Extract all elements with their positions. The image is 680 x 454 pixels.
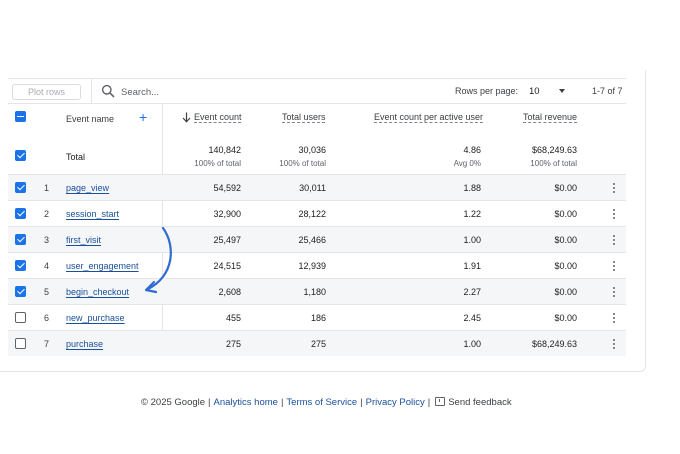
- per-user-cell: 1.91: [463, 261, 481, 271]
- event-count-cell: 32,900: [213, 209, 241, 219]
- column-header-event-count-per-user[interactable]: Event count per active user: [374, 112, 483, 122]
- total-per-user: 4.86 Avg 0%: [453, 145, 481, 168]
- row-checkbox[interactable]: [15, 338, 26, 349]
- totals-checkbox[interactable]: [15, 150, 26, 161]
- row-checkbox[interactable]: [15, 234, 26, 245]
- row-checkbox[interactable]: [15, 208, 26, 219]
- per-user-cell: 1.88: [463, 183, 481, 193]
- per-user-cell: 1.22: [463, 209, 481, 219]
- more-options-icon[interactable]: [613, 235, 616, 245]
- per-user-cell: 1.00: [463, 235, 481, 245]
- total-revenue-cell: $68,249.63: [531, 339, 577, 349]
- event-count-cell: 2,608: [218, 287, 241, 297]
- per-user-cell: 1.00: [463, 339, 481, 349]
- row-checkbox[interactable]: [15, 312, 26, 323]
- more-options-icon[interactable]: [613, 183, 616, 193]
- toolbar-divider: [91, 79, 92, 104]
- page-footer: © 2025 Google | Analytics home | Terms of Se…: [141, 397, 512, 408]
- total-users-cell: 1,180: [303, 287, 326, 297]
- terms-link[interactable]: Terms of Service: [286, 397, 357, 408]
- total-revenue-cell: $0.00: [554, 209, 577, 219]
- event-count-cell: 275: [225, 339, 241, 349]
- rows-per-page-value: 10: [529, 86, 540, 97]
- column-header-total-revenue[interactable]: Total revenue: [523, 112, 577, 122]
- privacy-link[interactable]: Privacy Policy: [366, 397, 425, 408]
- row-index: 2: [44, 209, 50, 219]
- more-options-icon[interactable]: [613, 339, 616, 349]
- totals-label: Total: [66, 152, 86, 162]
- event-count-cell: 24,515: [213, 261, 241, 271]
- total-users-cell: 28,122: [298, 209, 326, 219]
- select-all-checkbox[interactable]: [15, 111, 26, 122]
- table-row[interactable]: 2 session_start 32,900 28,122 1.22 $0.00: [8, 200, 626, 226]
- send-feedback-link[interactable]: Send feedback: [448, 397, 511, 408]
- table-row[interactable]: 4 user_engagement 24,515 12,939 1.91 $0.00: [8, 252, 626, 278]
- total-revenue-cell: $0.00: [554, 235, 577, 245]
- total-revenue-cell: $0.00: [554, 261, 577, 271]
- event-name-link[interactable]: new_purchase: [66, 313, 125, 323]
- total-users-cell: 186: [310, 313, 326, 323]
- row-index: 1: [44, 183, 50, 193]
- table-row[interactable]: 1 page_view 54,592 30,011 1.88 $0.00: [8, 174, 626, 200]
- event-name-link[interactable]: begin_checkout: [66, 287, 129, 297]
- total-revenue-cell: $0.00: [554, 313, 577, 323]
- row-index: 6: [44, 313, 50, 323]
- search-icon[interactable]: [101, 84, 115, 98]
- total-users-cell: 275: [310, 339, 326, 349]
- event-name-link[interactable]: first_visit: [66, 235, 101, 245]
- table-row[interactable]: 3 first_visit 25,497 25,466 1.00 $0.00: [8, 226, 626, 252]
- sort-descending-icon[interactable]: [182, 112, 191, 123]
- more-options-icon[interactable]: [613, 261, 616, 271]
- table-row[interactable]: 7 purchase 275 275 1.00 $68,249.63: [8, 330, 626, 356]
- column-header-total-users[interactable]: Total users: [282, 112, 326, 122]
- event-name-link[interactable]: user_engagement: [66, 261, 139, 271]
- add-dimension-icon[interactable]: +: [139, 110, 147, 124]
- total-event-count: 140,842 100% of total: [194, 145, 241, 168]
- more-options-icon[interactable]: [613, 313, 616, 323]
- more-options-icon[interactable]: [613, 209, 616, 219]
- event-name-link[interactable]: session_start: [66, 209, 119, 219]
- column-header-event-name[interactable]: Event name: [66, 114, 114, 124]
- annotation-arrow: [144, 226, 172, 294]
- rows-per-page-select[interactable]: 10: [526, 82, 568, 100]
- search-input[interactable]: [121, 85, 271, 99]
- row-index: 5: [44, 287, 50, 297]
- per-user-cell: 2.45: [463, 313, 481, 323]
- total-users-cell: 25,466: [298, 235, 326, 245]
- total-users-cell: 12,939: [298, 261, 326, 271]
- total-revenue: $68,249.63 100% of total: [530, 145, 577, 168]
- row-checkbox[interactable]: [15, 260, 26, 271]
- row-checkbox[interactable]: [15, 182, 26, 193]
- event-name-link[interactable]: purchase: [66, 339, 103, 349]
- event-count-cell: 455: [225, 313, 241, 323]
- total-users-cell: 30,011: [299, 183, 326, 193]
- table-row[interactable]: 6 new_purchase 455 186 2.45 $0.00: [8, 304, 626, 330]
- table-toolbar: Plot rows Rows per page: 10 1-7 of 7: [8, 78, 626, 104]
- pagination-range: 1-7 of 7: [592, 86, 623, 96]
- row-index: 7: [44, 339, 50, 349]
- plot-rows-button[interactable]: Plot rows: [12, 84, 81, 100]
- per-user-cell: 2.27: [463, 287, 481, 297]
- row-checkbox[interactable]: [15, 286, 26, 297]
- column-header-event-count[interactable]: Event count: [194, 112, 242, 122]
- table-row[interactable]: 5 begin_checkout 2,608 1,180 2.27 $0.00: [8, 278, 626, 304]
- rows-per-page-label: Rows per page:: [455, 86, 519, 96]
- feedback-icon: [435, 397, 446, 406]
- row-index: 4: [44, 261, 50, 271]
- event-count-cell: 54,592: [213, 183, 241, 193]
- event-name-link[interactable]: page_view: [66, 183, 109, 193]
- more-options-icon[interactable]: [613, 287, 616, 297]
- analytics-home-link[interactable]: Analytics home: [214, 397, 278, 408]
- row-index: 3: [44, 235, 50, 245]
- total-users: 30,036 100% of total: [279, 145, 326, 168]
- total-revenue-cell: $0.00: [554, 183, 577, 193]
- copyright-text: © 2025 Google: [141, 397, 206, 408]
- total-revenue-cell: $0.00: [554, 287, 577, 297]
- event-count-cell: 25,497: [213, 235, 241, 245]
- dropdown-caret-icon: [559, 89, 565, 93]
